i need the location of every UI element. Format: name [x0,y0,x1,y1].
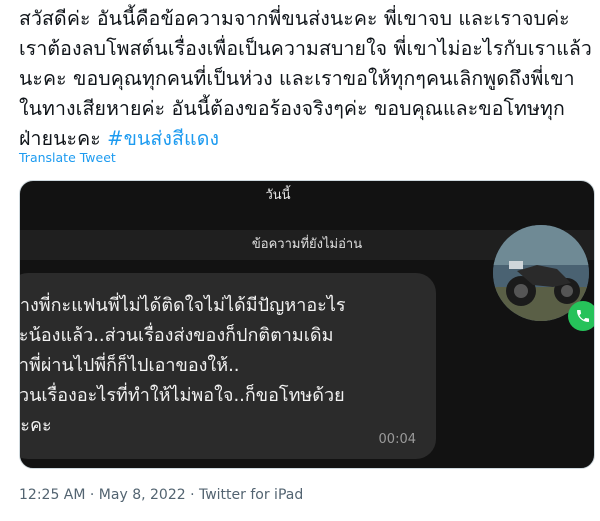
hashtag-link[interactable]: #ขนส่งสีแดง [107,127,219,150]
translate-tweet-link[interactable]: Translate Tweet [19,150,116,165]
chat-message-text: ทางพี่กะแฟนพี่ไม่ได้ติดใจไม่ได้มีปัญหาอะ… [19,295,346,436]
chat-message-bubble: ทางพี่กะแฟนพี่ไม่ได้ติดใจไม่ได้มีปัญหาอะ… [19,273,436,459]
attached-image[interactable]: วันนี้ ข้อความที่ยังไม่อ่าน ทางพี่กะแฟนพ… [19,180,595,469]
tweet-body: สวัสดีค่ะ อันนี้คือข้อความจากพี่ขนส่งนะค… [19,4,594,154]
message-time: 00:04 [378,432,416,447]
call-button[interactable] [568,301,594,331]
date-label: วันนี้ [265,188,291,203]
tweet-timestamp[interactable]: 12:25 AM · May 8, 2022 · Twitter for iPa… [19,487,303,503]
tweet-text: สวัสดีค่ะ อันนี้คือข้อความจากพี่ขนส่งนะค… [19,7,592,150]
phone-icon [577,310,589,322]
